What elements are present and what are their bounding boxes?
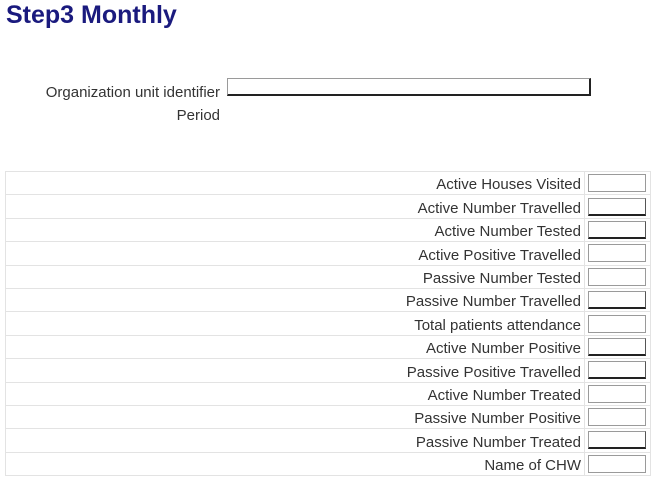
period-label: Period	[176, 107, 220, 124]
passive-number-positive-input[interactable]	[588, 408, 646, 427]
org-unit-input[interactable]	[227, 78, 591, 96]
row-input-cell	[584, 451, 651, 477]
row-label: Active Number Treated	[5, 381, 585, 406]
row-input-cell	[584, 194, 651, 219]
row-input-cell	[584, 428, 651, 453]
passive-number-travelled-input[interactable]	[588, 291, 646, 310]
active-number-positive-input[interactable]	[588, 337, 646, 356]
passive-number-treated-input[interactable]	[588, 431, 646, 450]
table-row: Active Number Tested	[5, 217, 651, 243]
row-label: Active Number Travelled	[5, 194, 585, 219]
table-row: Passive Number Travelled	[5, 287, 651, 313]
table-row: Passive Number Tested	[5, 264, 651, 289]
row-label: Passive Number Treated	[5, 428, 585, 453]
row-input-cell	[584, 264, 651, 289]
row-input-cell	[584, 287, 651, 313]
table-row: Active Positive Travelled	[5, 241, 651, 266]
table-row: Active Number Treated	[5, 381, 651, 406]
row-input-cell	[584, 358, 651, 383]
form-page: Step3 Monthly Organization unit identifi…	[0, 0, 657, 484]
page-title: Step3 Monthly	[6, 1, 177, 29]
row-label: Passive Number Positive	[5, 404, 585, 430]
row-label: Passive Number Tested	[5, 264, 585, 289]
row-label: Active Positive Travelled	[5, 241, 585, 266]
table-row: Passive Number Treated	[5, 428, 651, 453]
data-entry-table-body: Active Houses Visited Active Number Trav…	[5, 170, 651, 477]
org-unit-label: Organization unit identifier	[45, 84, 220, 101]
active-number-tested-input[interactable]	[588, 220, 646, 239]
row-label: Passive Number Travelled	[5, 287, 585, 313]
active-number-travelled-input[interactable]	[588, 197, 646, 216]
row-label: Active Number Tested	[5, 217, 585, 243]
active-positive-travelled-input[interactable]	[588, 244, 646, 263]
passive-positive-travelled-input[interactable]	[588, 361, 646, 380]
table-row: Total patients attendance	[5, 311, 651, 336]
row-input-cell	[584, 170, 651, 196]
row-input-cell	[584, 381, 651, 406]
row-label: Total patients attendance	[5, 311, 585, 336]
row-label: Active Houses Visited	[5, 170, 585, 196]
table-row: Passive Number Positive	[5, 404, 651, 430]
row-input-cell	[584, 334, 651, 360]
table-row: Name of CHW	[5, 451, 651, 477]
row-label: Passive Positive Travelled	[5, 358, 585, 383]
row-label: Name of CHW	[5, 451, 585, 477]
table-row: Active Houses Visited	[5, 170, 651, 196]
table-row: Active Number Positive	[5, 334, 651, 360]
table-row: Passive Positive Travelled	[5, 358, 651, 383]
name-of-chw-input[interactable]	[588, 454, 646, 473]
row-input-cell	[584, 217, 651, 243]
data-entry-table: Active Houses Visited Active Number Trav…	[5, 170, 651, 477]
row-input-cell	[584, 404, 651, 430]
table-row: Active Number Travelled	[5, 194, 651, 219]
active-number-treated-input[interactable]	[588, 384, 646, 403]
row-input-cell	[584, 241, 651, 266]
passive-number-tested-input[interactable]	[588, 267, 646, 286]
total-patients-attendance-input[interactable]	[588, 314, 646, 333]
row-label: Active Number Positive	[5, 334, 585, 360]
row-input-cell	[584, 311, 651, 336]
active-houses-visited-input[interactable]	[588, 174, 646, 193]
